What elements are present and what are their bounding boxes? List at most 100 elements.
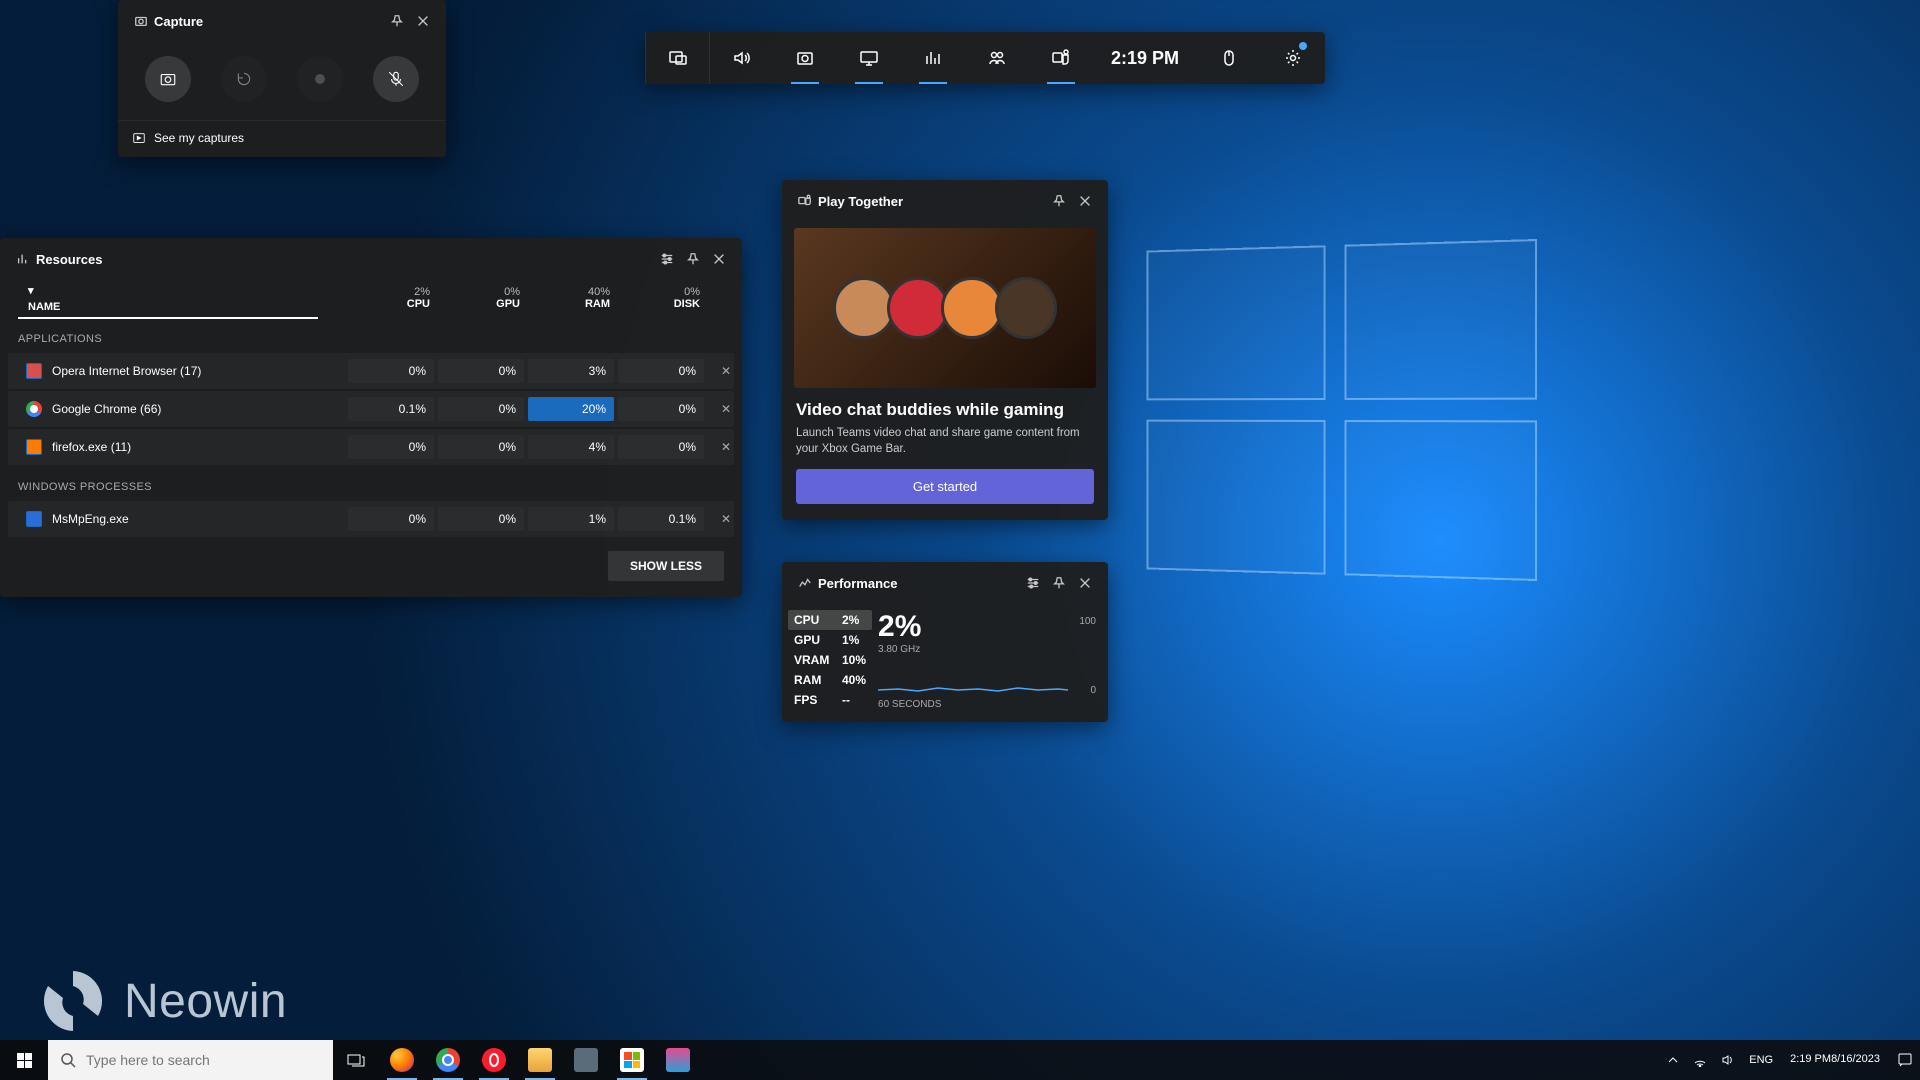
process-end-button[interactable]: ✕ <box>706 402 746 416</box>
process-end-button[interactable]: ✕ <box>706 512 746 526</box>
system-tray: ENG 2:19 PM 8/16/2023 <box>1660 1040 1920 1080</box>
tray-language[interactable]: ENG <box>1742 1040 1780 1080</box>
toolbar-clock: 2:19 PM <box>1093 48 1197 69</box>
process-end-button[interactable]: ✕ <box>706 440 746 454</box>
process-row[interactable]: Opera Internet Browser (17) 0% 0% 3% 0% … <box>8 353 734 389</box>
neowin-logo-icon <box>38 966 108 1036</box>
mic-toggle-button[interactable] <box>373 56 419 102</box>
widgets-button[interactable] <box>645 32 709 84</box>
performance-title: Performance <box>818 576 897 591</box>
process-gpu: 0% <box>438 359 524 383</box>
pin-icon[interactable] <box>1046 570 1072 596</box>
taskbar-app-chrome[interactable] <box>425 1040 471 1080</box>
perf-stat-row[interactable]: FPS-- <box>794 690 866 710</box>
capture-icon <box>128 8 154 34</box>
tray-clock[interactable]: 2:19 PM 8/16/2023 <box>1780 1040 1890 1080</box>
taskbar-app-opera[interactable] <box>471 1040 517 1080</box>
process-ram: 20% <box>528 397 614 421</box>
process-cpu: 0% <box>348 359 434 383</box>
process-disk: 0% <box>618 359 704 383</box>
tray-overflow-button[interactable] <box>1660 1040 1686 1080</box>
process-cpu: 0.1% <box>348 397 434 421</box>
cpu-column-header[interactable]: 2%CPU <box>348 284 438 313</box>
close-icon[interactable] <box>410 8 436 34</box>
get-started-button[interactable]: Get started <box>796 469 1094 504</box>
search-input[interactable] <box>86 1052 321 1068</box>
performance-tab-button[interactable] <box>901 32 965 84</box>
process-cpu: 0% <box>348 507 434 531</box>
gpu-column-header[interactable]: 0%GPU <box>438 284 528 313</box>
windows-icon <box>17 1053 32 1068</box>
notification-dot-icon <box>1299 42 1307 50</box>
windows-processes-section-header: WINDOWS PROCESSES <box>0 467 742 499</box>
record-last-button[interactable] <box>221 56 267 102</box>
perf-stat-row[interactable]: VRAM10% <box>794 650 866 670</box>
pin-icon[interactable] <box>384 8 410 34</box>
process-end-button[interactable]: ✕ <box>706 364 746 378</box>
show-less-button[interactable]: SHOW LESS <box>608 551 724 581</box>
pin-icon[interactable] <box>1046 188 1072 214</box>
taskbar-search[interactable] <box>48 1040 333 1080</box>
process-row[interactable]: Google Chrome (66) 0.1% 0% 20% 0% ✕ <box>8 391 734 427</box>
settings-button[interactable] <box>1261 32 1325 84</box>
disk-column-header[interactable]: 0%DISK <box>618 284 708 313</box>
mouse-button[interactable] <box>1197 32 1261 84</box>
windows-logo-backdrop <box>1147 239 1537 581</box>
close-icon[interactable] <box>1072 570 1098 596</box>
avatar <box>995 277 1057 339</box>
resources-title: Resources <box>36 252 102 267</box>
display-button[interactable] <box>837 32 901 84</box>
teams-button[interactable] <box>1029 32 1093 84</box>
play-together-heading: Video chat buddies while gaming <box>796 400 1094 420</box>
taskbar-app-store[interactable] <box>609 1040 655 1080</box>
process-disk: 0% <box>618 435 704 459</box>
see-my-captures-link[interactable]: See my captures <box>118 120 446 157</box>
play-together-description: Launch Teams video chat and share game c… <box>796 426 1094 457</box>
perf-stat-row[interactable]: RAM40% <box>794 670 866 690</box>
ram-column-header[interactable]: 40%RAM <box>528 284 618 313</box>
avatar <box>833 277 895 339</box>
play-together-panel: Play Together Video chat buddies while g… <box>782 180 1108 520</box>
capture-tab-button[interactable] <box>773 32 837 84</box>
process-row[interactable]: firefox.exe (11) 0% 0% 4% 0% ✕ <box>8 429 734 465</box>
process-row[interactable]: MsMpEng.exe 0% 0% 1% 0.1% ✕ <box>8 501 734 537</box>
taskbar-app-explorer[interactable] <box>517 1040 563 1080</box>
taskbar: ENG 2:19 PM 8/16/2023 <box>0 1040 1920 1080</box>
screenshot-button[interactable] <box>145 56 191 102</box>
process-name: Opera Internet Browser (17) <box>26 363 346 379</box>
capture-title: Capture <box>154 14 203 29</box>
sort-indicator-icon: ▾ <box>28 284 60 297</box>
settings-icon[interactable] <box>1020 570 1046 596</box>
resources-icon <box>10 246 36 272</box>
process-gpu: 0% <box>438 507 524 531</box>
taskbar-app-firefox[interactable] <box>379 1040 425 1080</box>
tray-volume-icon[interactable] <box>1714 1040 1742 1080</box>
play-together-hero-image <box>794 228 1096 388</box>
audio-button[interactable] <box>709 32 773 84</box>
resources-columns-header: ▾ NAME 2%CPU 0%GPU 40%RAM 0%DISK <box>0 280 742 313</box>
applications-section-header: APPLICATIONS <box>0 319 742 351</box>
name-column-header[interactable]: ▾ NAME <box>28 284 348 313</box>
task-view-button[interactable] <box>333 1040 379 1080</box>
performance-stats-list: CPU2%GPU1%VRAM10%RAM40%FPS-- <box>794 610 866 710</box>
pin-icon[interactable] <box>680 246 706 272</box>
taskbar-app-generic-2[interactable] <box>655 1040 701 1080</box>
performance-panel: Performance CPU2%GPU1%VRAM10%RAM40%FPS--… <box>782 562 1108 722</box>
perf-stat-row[interactable]: GPU1% <box>794 630 866 650</box>
taskbar-app-generic-1[interactable] <box>563 1040 609 1080</box>
process-cpu: 0% <box>348 435 434 459</box>
teams-icon <box>792 188 818 214</box>
perf-stat-row[interactable]: CPU2% <box>788 610 872 630</box>
process-gpu: 0% <box>438 435 524 459</box>
performance-icon <box>792 570 818 596</box>
tray-network-icon[interactable] <box>1686 1040 1714 1080</box>
tray-notifications-button[interactable] <box>1890 1040 1920 1080</box>
settings-icon[interactable] <box>654 246 680 272</box>
process-name: Google Chrome (66) <box>26 401 346 417</box>
start-button[interactable] <box>0 1040 48 1080</box>
close-icon[interactable] <box>1072 188 1098 214</box>
resources-panel: Resources ▾ NAME 2%CPU 0%GPU 40%RAM 0%DI… <box>0 238 742 597</box>
xbox-social-button[interactable] <box>965 32 1029 84</box>
close-icon[interactable] <box>706 246 732 272</box>
record-button[interactable] <box>297 56 343 102</box>
